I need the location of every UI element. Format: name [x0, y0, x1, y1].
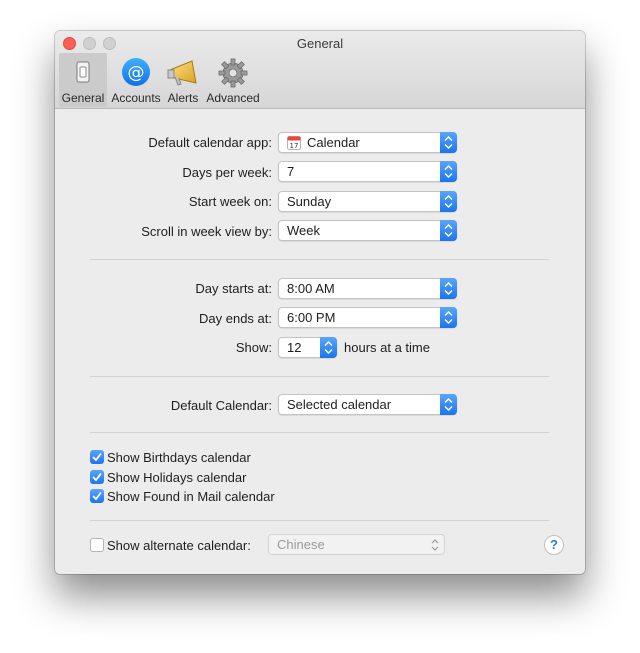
found-in-mail-label: Show Found in Mail calendar [107, 489, 275, 504]
tab-accounts[interactable]: @ Accounts [109, 53, 163, 107]
show-hours-value: 12 [287, 340, 302, 355]
day-starts-value: 8:00 AM [287, 281, 335, 296]
checkmark-icon [92, 452, 102, 462]
day-starts-popup[interactable]: 8:00 AM [278, 278, 457, 299]
show-hours-popup[interactable]: 12 [278, 337, 337, 358]
start-week-label: Start week on: [188, 194, 272, 209]
preferences-window: General General @ Accounts Alerts Advanc… [55, 31, 585, 574]
alternate-calendar-value: Chinese [277, 537, 325, 552]
at-sign-icon: @ [122, 58, 150, 86]
scroll-week-value: Week [287, 223, 320, 238]
scroll-week-popup[interactable]: Week [278, 220, 457, 241]
days-per-week-label: Days per week: [182, 165, 272, 180]
popup-arrows-icon [440, 220, 457, 241]
alternate-calendar-checkbox[interactable] [90, 538, 104, 552]
start-week-popup[interactable]: Sunday [278, 191, 457, 212]
checkmark-icon [92, 491, 102, 501]
svg-text:17: 17 [290, 142, 299, 150]
calendar-icon: 17 [287, 136, 301, 150]
popup-arrows-icon [320, 337, 337, 358]
window-title: General [296, 36, 344, 51]
days-per-week-popup[interactable]: 7 [278, 161, 457, 182]
days-per-week-value: 7 [287, 164, 295, 179]
tab-alerts[interactable]: Alerts [165, 53, 201, 107]
gear-icon [218, 58, 248, 88]
day-starts-label: Day starts at: [195, 281, 272, 296]
scroll-week-label: Scroll in week view by: [141, 224, 272, 239]
help-button[interactable]: ? [544, 535, 564, 555]
separator [90, 259, 549, 260]
day-ends-popup[interactable]: 6:00 PM [278, 307, 457, 328]
start-week-value: Sunday [287, 194, 332, 209]
separator [90, 432, 549, 433]
tab-label: Alerts [167, 91, 199, 105]
tab-advanced[interactable]: Advanced [205, 53, 261, 107]
megaphone-icon [167, 60, 197, 86]
switch-icon [76, 61, 90, 83]
tab-label: Advanced [206, 91, 260, 105]
show-hours-label: Show: [235, 340, 272, 355]
holidays-label: Show Holidays calendar [107, 470, 247, 485]
popup-arrows-icon [440, 307, 457, 328]
toolbar: General General @ Accounts Alerts Advanc… [55, 31, 585, 109]
popup-arrows-icon [440, 132, 457, 153]
popup-arrows-icon [431, 539, 439, 551]
birthdays-checkbox[interactable] [90, 450, 104, 464]
holidays-checkbox[interactable] [90, 470, 104, 484]
birthdays-label: Show Birthdays calendar [107, 450, 251, 465]
default-app-value: Calendar [307, 135, 360, 150]
default-calendar-value: Selected calendar [287, 397, 392, 412]
checkmark-icon [92, 472, 102, 482]
popup-arrows-icon [440, 161, 457, 182]
day-ends-value: 6:00 PM [287, 310, 336, 325]
alternate-calendar-label: Show alternate calendar: [107, 538, 251, 553]
tab-label: General [61, 91, 105, 105]
separator [90, 376, 549, 377]
show-hours-suffix: hours at a time [344, 340, 430, 355]
found-in-mail-checkbox[interactable] [90, 489, 104, 503]
default-app-popup[interactable]: 17 Calendar [278, 132, 457, 153]
svg-text:@: @ [128, 63, 145, 83]
tab-label: Accounts [111, 91, 161, 105]
tab-general[interactable]: General [59, 53, 107, 107]
alternate-calendar-popup[interactable]: Chinese [268, 534, 445, 555]
day-ends-label: Day ends at: [199, 311, 272, 326]
popup-arrows-icon [440, 394, 457, 415]
default-calendar-label: Default Calendar: [170, 398, 272, 413]
default-calendar-popup[interactable]: Selected calendar [278, 394, 457, 415]
popup-arrows-icon [440, 278, 457, 299]
default-app-label: Default calendar app: [148, 135, 272, 150]
separator [90, 520, 549, 521]
popup-arrows-icon [440, 191, 457, 212]
